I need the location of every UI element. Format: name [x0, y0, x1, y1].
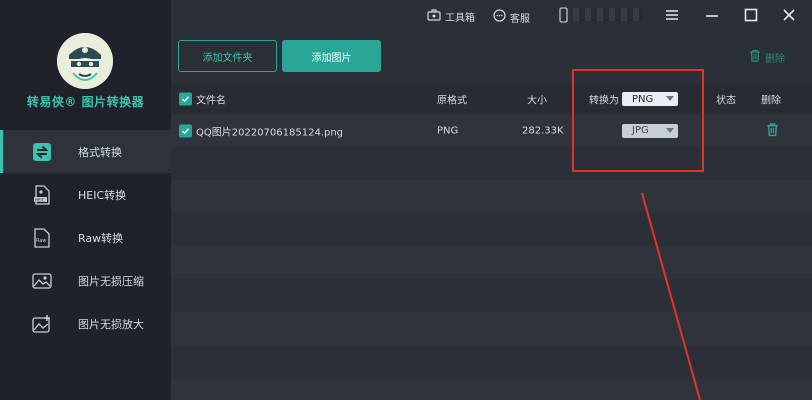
menu-icon [665, 9, 679, 24]
chat-icon [493, 9, 506, 25]
add-image-button[interactable]: 添加图片 [282, 40, 381, 72]
row-original-format: PNG [437, 125, 459, 136]
check-icon [181, 96, 190, 103]
customer-service-button[interactable]: 客服 [493, 9, 530, 25]
header-original-format: 原格式 [437, 95, 467, 107]
sidebar-item-label: Raw转换 [78, 231, 124, 245]
add-folder-button[interactable]: 添加文件夹 [178, 40, 277, 72]
sidebar-item-label: 图片无损放大 [78, 317, 144, 331]
phone-icon [559, 7, 568, 26]
empty-row [171, 147, 812, 180]
row-delete-button[interactable] [766, 122, 779, 139]
header-delete: 删除 [761, 95, 781, 107]
empty-row [171, 345, 812, 378]
sidebar-item-image-compress[interactable]: 图片无损压缩 [0, 259, 171, 302]
masked-phone-number [573, 8, 643, 21]
toolbox-label: 工具箱 [445, 13, 475, 24]
close-button[interactable] [780, 7, 798, 25]
sidebar: 转易侠® 图片转换器 格式转换 HEIC HEIC转换 Raw Raw转换 图片… [0, 0, 171, 400]
sidebar-item-label: HEIC转换 [78, 188, 127, 202]
empty-row [171, 180, 812, 213]
sidebar-nav: 格式转换 HEIC HEIC转换 Raw Raw转换 图片无损压缩 图片无损放大 [0, 130, 171, 345]
table-header: 文件名 原格式 大小 转换为 PNG 状态 删除 [171, 84, 812, 114]
user-account[interactable] [559, 7, 568, 26]
empty-row [171, 246, 812, 279]
sidebar-item-raw-convert[interactable]: Raw Raw转换 [0, 216, 171, 259]
sidebar-item-label: 图片无损压缩 [78, 274, 144, 288]
image-compress-icon [32, 271, 52, 291]
row-size: 282.33K [522, 125, 564, 136]
row-filename: QQ图片20220706185124.png [196, 127, 344, 138]
delete-all-button[interactable]: 删除 [749, 49, 785, 65]
format-convert-icon [32, 142, 52, 162]
empty-row [171, 378, 812, 400]
file-table: 文件名 原格式 大小 转换为 PNG 状态 删除 QQ图片20220706185… [171, 84, 812, 400]
customer-service-label: 客服 [510, 13, 530, 25]
check-icon [181, 127, 190, 134]
svg-text:Raw: Raw [36, 238, 47, 244]
app-logo [57, 33, 113, 89]
menu-button[interactable] [663, 7, 681, 25]
toolbox-button[interactable]: 工具箱 [427, 9, 475, 24]
annotation-highlight-box [572, 69, 704, 172]
trash-icon [749, 49, 761, 65]
trash-icon [767, 122, 778, 136]
maximize-icon [744, 8, 758, 25]
select-all-checkbox[interactable] [179, 92, 192, 106]
row-checkbox[interactable] [179, 124, 192, 137]
sidebar-item-label: 格式转换 [78, 145, 122, 159]
sidebar-item-image-enlarge[interactable]: 图片无损放大 [0, 302, 171, 345]
raw-file-icon: Raw [32, 227, 52, 248]
table-row: QQ图片20220706185124.png PNG 282.33K JPG [171, 114, 812, 147]
minimize-icon [705, 8, 719, 25]
empty-row [171, 279, 812, 312]
empty-row [171, 213, 812, 246]
header-filename: 文件名 [196, 95, 226, 107]
empty-row [171, 312, 812, 345]
toolbox-icon [427, 9, 441, 24]
maximize-button[interactable] [742, 7, 760, 25]
heic-file-icon: HEIC [32, 184, 52, 205]
close-icon [782, 8, 796, 25]
title-bar: 工具箱 客服 [171, 0, 812, 32]
sidebar-item-heic-convert[interactable]: HEIC HEIC转换 [0, 173, 171, 216]
svg-text:HEIC: HEIC [35, 197, 45, 202]
minimize-button[interactable] [703, 7, 721, 25]
header-status: 状态 [716, 95, 736, 107]
sidebar-item-format-convert[interactable]: 格式转换 [0, 130, 171, 173]
image-enlarge-icon [32, 314, 52, 334]
header-size: 大小 [527, 95, 547, 107]
app-brand-name: 转易侠® 图片转换器 [26, 95, 145, 109]
delete-all-label: 删除 [765, 53, 785, 65]
